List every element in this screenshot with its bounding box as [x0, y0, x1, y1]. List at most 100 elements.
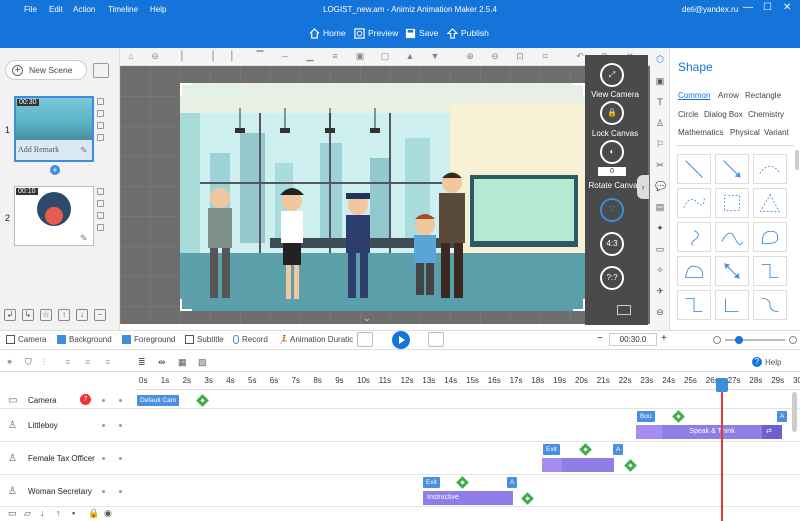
home-icon[interactable]: ⌂	[126, 51, 136, 61]
collapse-panel-icon[interactable]: ›	[637, 175, 649, 199]
category-circle[interactable]: Circle	[678, 110, 698, 119]
timeline-row-woman-secretary[interactable]: ♙ Woman Secretary Exit A Instructive	[0, 475, 800, 507]
scene-stage[interactable]	[180, 83, 585, 311]
ratio-4-3-button[interactable]: 4:3	[600, 232, 624, 256]
category-mathematics[interactable]: Mathematics	[678, 128, 723, 137]
play-button[interactable]	[392, 331, 410, 349]
move-up-icon[interactable]: ↑	[56, 508, 66, 518]
snap-icon[interactable]: ⌖	[7, 357, 12, 368]
camera-clip[interactable]: Default Cam	[137, 395, 180, 406]
minimap-icon[interactable]	[617, 305, 631, 315]
edit-icon[interactable]: ✎	[80, 145, 88, 156]
row-dot[interactable]	[102, 490, 105, 493]
dashed-arc-shape[interactable]	[753, 154, 787, 184]
row-dot[interactable]	[119, 490, 122, 493]
playhead-handle[interactable]	[715, 378, 728, 392]
wavy-shape[interactable]	[677, 256, 711, 286]
save-button[interactable]: Save	[405, 26, 438, 40]
row-dot[interactable]	[102, 424, 105, 427]
minimize-button[interactable]: —	[743, 2, 753, 13]
new-scene-button[interactable]: + New Scene	[5, 60, 87, 80]
menu-help[interactable]: Help	[150, 5, 166, 14]
star-icon[interactable]: ☆	[40, 309, 52, 321]
close-button[interactable]: ✕	[783, 2, 791, 13]
ungroup-icon[interactable]: ▢	[380, 51, 390, 61]
spiral-shape[interactable]	[677, 222, 711, 252]
instructive-clip[interactable]: Instructive	[423, 491, 513, 505]
step-line-2-shape[interactable]	[677, 290, 711, 320]
export-icon[interactable]: ↳	[22, 309, 34, 321]
exit-tag[interactable]: Exit	[543, 444, 560, 455]
align-middle-icon[interactable]: ─	[280, 51, 290, 61]
align-icon[interactable]: ⫶	[43, 357, 45, 368]
transition-icon[interactable]	[97, 134, 104, 141]
row-dot[interactable]	[119, 457, 122, 460]
subtitle-button[interactable]: Subtitle	[185, 335, 224, 344]
remove-icon[interactable]: −	[94, 309, 106, 321]
align-right-icon[interactable]: ≡	[105, 357, 110, 367]
keyframe-marker[interactable]	[624, 459, 637, 472]
blob-shape[interactable]	[753, 222, 787, 252]
image-icon[interactable]: ▣	[655, 76, 665, 86]
scene-settings-icon[interactable]	[97, 212, 104, 219]
action-clip[interactable]	[562, 458, 614, 472]
speak-think-clip[interactable]: Speak & Think	[662, 425, 762, 439]
video-icon[interactable]: ▭	[655, 244, 665, 254]
exit-tag[interactable]: Exit	[423, 477, 440, 488]
time-minus-button[interactable]: −	[597, 333, 603, 344]
fit-icon[interactable]: ⊡	[515, 51, 525, 61]
dashed-triangle-shape[interactable]	[753, 188, 787, 218]
category-rectangle[interactable]: Rectangle	[745, 91, 781, 100]
time-plus-button[interactable]: +	[661, 333, 667, 344]
filter-icon[interactable]: ⛉	[25, 357, 32, 368]
loop-icon[interactable]: ⇄	[762, 425, 782, 439]
playhead-line[interactable]	[720, 378, 723, 521]
effect-icon[interactable]: ✧	[655, 265, 665, 275]
ungroup-icon[interactable]: ▧	[198, 357, 207, 368]
align-center-icon[interactable]: ▕	[205, 51, 215, 61]
prop-icon[interactable]: ⚐	[655, 139, 665, 149]
row-dot[interactable]	[102, 399, 105, 402]
zoom-out-icon[interactable]: ⊖	[490, 51, 500, 61]
move-up-icon[interactable]: ↑	[58, 309, 70, 321]
panel-scrollbar[interactable]	[795, 150, 799, 170]
align-left-icon[interactable]: ≡	[65, 357, 70, 367]
keyframe-marker[interactable]	[521, 492, 534, 505]
maximize-button[interactable]: ☐	[763, 2, 772, 13]
menu-timeline[interactable]: Timeline	[108, 5, 138, 14]
align-left-icon[interactable]: ▏	[180, 51, 190, 61]
lock-icon[interactable]: 🔒	[88, 508, 99, 518]
text-icon[interactable]: T	[655, 97, 665, 107]
shape-icon[interactable]: ⬡	[655, 54, 665, 64]
group-icon[interactable]: ▣	[355, 51, 365, 61]
view-camera-button[interactable]: ⤢	[600, 63, 624, 87]
zoom-in-icon[interactable]	[789, 336, 797, 344]
ratio-custom-button[interactable]: ?:?	[600, 266, 624, 290]
scene-settings-icon[interactable]	[97, 122, 104, 129]
menu-file[interactable]: File	[24, 5, 37, 14]
more-icon[interactable]: ⊖	[655, 307, 665, 317]
double-arrow-shape[interactable]	[715, 256, 749, 286]
move-down-icon[interactable]: ↓	[40, 508, 50, 518]
distribute-icon[interactable]: ≣	[138, 357, 146, 368]
record-button[interactable]: Record	[233, 335, 268, 344]
home-button[interactable]: Home	[309, 26, 346, 40]
folder-open-icon[interactable]: ▱	[24, 508, 34, 518]
rotate-dial[interactable]: ◐	[600, 140, 624, 164]
tools-icon[interactable]: ✂	[655, 160, 665, 170]
add-remark-field[interactable]: Add Remark	[18, 145, 59, 154]
foreground-button[interactable]: Foreground	[122, 335, 175, 344]
prev-frame-button[interactable]	[357, 332, 373, 347]
delete-scene-icon[interactable]	[97, 200, 104, 207]
row-dot[interactable]	[119, 424, 122, 427]
distribute-icon[interactable]: ≡	[330, 51, 340, 61]
fullscreen-button[interactable]: ⤧	[600, 198, 624, 222]
curve-shape[interactable]	[677, 188, 711, 218]
align-top-icon[interactable]: ▔	[255, 51, 265, 61]
timeline-zoom-knob[interactable]	[735, 336, 743, 344]
align-center-icon[interactable]: ≡	[85, 357, 90, 367]
add-camera-button[interactable]: Camera	[6, 335, 46, 344]
layer-down-icon[interactable]: ▼	[430, 51, 440, 61]
step-line-shape[interactable]	[753, 256, 787, 286]
edit-icon[interactable]: ✎	[80, 233, 88, 244]
